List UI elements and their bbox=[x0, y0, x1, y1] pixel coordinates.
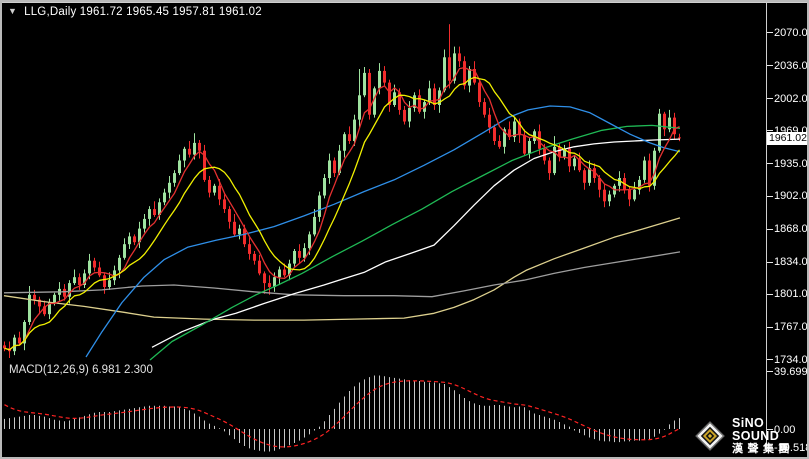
price-label-2036.00-tick bbox=[767, 65, 773, 67]
price-label-1902.00: 1902.00 bbox=[774, 190, 808, 202]
price-label-1935.00: 1935.00 bbox=[774, 157, 808, 170]
chart-window: ▼ LLG,Daily 1961.72 1965.45 1957.81 1961.… bbox=[0, 0, 809, 459]
macd-histogram bbox=[4, 375, 680, 452]
price-and-macd-canvas[interactable] bbox=[2, 2, 766, 453]
price-label-1935.00-tick bbox=[767, 163, 773, 165]
price-label-2002.00: 2002.00 bbox=[774, 92, 808, 105]
price-label-1902.00-tick bbox=[767, 195, 773, 197]
candles bbox=[3, 24, 681, 358]
price-label-2036.00: 2036.00 bbox=[774, 59, 808, 72]
price-label-1801.00: 1801.00 bbox=[774, 288, 808, 301]
price-label-2070.00-tick bbox=[767, 32, 773, 33]
price-label-1834.00: 1834.00 bbox=[774, 256, 808, 269]
macd-label-39.699: 39.699 bbox=[774, 365, 808, 378]
price-label-2070.00: 2070.00 bbox=[774, 26, 808, 39]
price-label-2002.00-tick bbox=[767, 98, 773, 100]
current-price-tag: 1961.02 bbox=[767, 131, 807, 145]
ma-gray-longterm bbox=[3, 251, 681, 298]
sino-sound-diamond-icon bbox=[695, 421, 725, 451]
ma-mid-yellow bbox=[4, 76, 681, 351]
price-label-1834.00-tick bbox=[767, 261, 773, 263]
price-label-1734.00: 1734.00 bbox=[774, 353, 808, 366]
macd-indicator-label: MACD(12,26,9) 6.981 2.300 bbox=[9, 364, 153, 376]
price-axis-border bbox=[766, 2, 767, 452]
chart-title: ▼ LLG,Daily 1961.72 1965.45 1957.81 1961.… bbox=[8, 6, 262, 18]
price-label-1801.00-tick bbox=[767, 293, 773, 295]
logo-line1: SiNO SOUND bbox=[732, 415, 780, 443]
bottom-border bbox=[2, 2, 807, 3]
logo-line2: 漢聲集團 bbox=[732, 442, 794, 455]
ma-blue bbox=[85, 105, 681, 358]
macd-signal-line bbox=[4, 380, 680, 448]
symbol-ohlc-text: LLG,Daily 1961.72 1965.45 1957.81 1961.0… bbox=[24, 6, 262, 18]
broker-watermark: SiNO SOUND 漢聲集團 bbox=[695, 415, 807, 455]
price-label-1868.00: 1868.00 bbox=[774, 223, 808, 236]
price-label-1767.00-tick bbox=[767, 326, 773, 328]
price-label-1767.00: 1767.00 bbox=[774, 321, 808, 334]
price-label-1868.00-tick bbox=[767, 228, 773, 230]
price-label-1734.00-tick bbox=[767, 359, 773, 360]
symbol-dropdown-icon[interactable]: ▼ bbox=[8, 6, 17, 16]
macd-label-39.699-tick bbox=[767, 371, 773, 372]
